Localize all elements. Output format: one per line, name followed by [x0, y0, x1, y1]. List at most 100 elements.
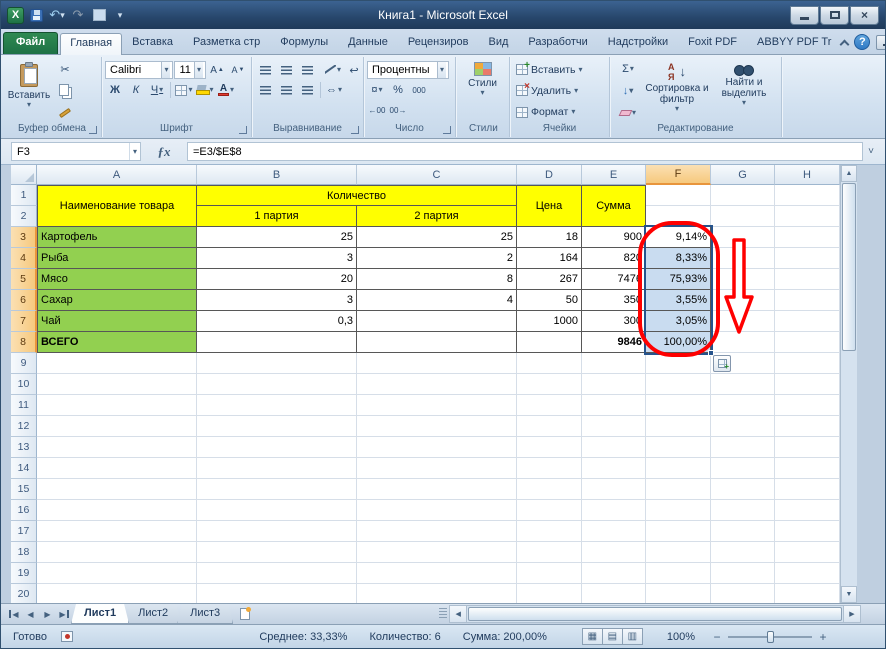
grid-cell-D15[interactable]: [517, 479, 582, 500]
grid-cell-A14[interactable]: [37, 458, 197, 479]
grid-cell-B18[interactable]: [197, 542, 357, 563]
grid-cell-F9[interactable]: [646, 353, 711, 374]
cell-D7[interactable]: 1000: [517, 311, 582, 332]
close-button[interactable]: ×: [850, 5, 879, 25]
cell-E6[interactable]: 350: [582, 290, 646, 311]
column-header-A[interactable]: A: [37, 165, 197, 185]
row-header-19[interactable]: 19: [11, 563, 37, 584]
grid-cell-C12[interactable]: [357, 416, 517, 437]
column-header-D[interactable]: D: [517, 165, 582, 185]
cell-C8[interactable]: [357, 332, 517, 353]
maximize-button[interactable]: [820, 5, 849, 25]
row-header-13[interactable]: 13: [11, 437, 37, 458]
grid-cell-B11[interactable]: [197, 395, 357, 416]
horizontal-scroll-thumb[interactable]: [468, 607, 842, 621]
cell-C6[interactable]: 4: [357, 290, 517, 311]
row-header-9[interactable]: 9: [11, 353, 37, 374]
grid-cell-G13[interactable]: [711, 437, 775, 458]
first-sheet-button[interactable]: ◀: [5, 604, 22, 624]
row-header-11[interactable]: 11: [11, 395, 37, 416]
grid-cell-E13[interactable]: [582, 437, 646, 458]
align-middle-button[interactable]: [276, 61, 296, 79]
cell-F8[interactable]: 100,00%: [646, 332, 711, 353]
grid-cell-G19[interactable]: [711, 563, 775, 584]
cell-D1[interactable]: Цена: [517, 185, 582, 227]
grid-cell-A20[interactable]: [37, 584, 197, 603]
grid-cell-H5[interactable]: [775, 269, 840, 290]
row-header-17[interactable]: 17: [11, 521, 37, 542]
grid-cell-A12[interactable]: [37, 416, 197, 437]
grid-cell-H2[interactable]: [775, 206, 840, 227]
row-header-16[interactable]: 16: [11, 500, 37, 521]
help-icon[interactable]: ?: [854, 34, 871, 50]
decrease-decimal-button[interactable]: 00→: [388, 101, 408, 119]
row-header-3[interactable]: 3: [11, 227, 37, 248]
grid-cell-H13[interactable]: [775, 437, 840, 458]
grid-cell-F11[interactable]: [646, 395, 711, 416]
grid-cell-H16[interactable]: [775, 500, 840, 521]
qat-extra-button[interactable]: [90, 6, 108, 24]
row-header-20[interactable]: 20: [11, 584, 37, 603]
fill-button[interactable]: ↓ ▾: [613, 82, 643, 100]
comma-style-button[interactable]: 000: [409, 81, 429, 99]
grid-cell-D14[interactable]: [517, 458, 582, 479]
grid-cell-H19[interactable]: [775, 563, 840, 584]
grid-cell-A19[interactable]: [37, 563, 197, 584]
grid-cell-F17[interactable]: [646, 521, 711, 542]
cell-E1[interactable]: Сумма: [582, 185, 646, 227]
align-top-button[interactable]: [255, 61, 275, 79]
grid-cell-D17[interactable]: [517, 521, 582, 542]
grid-cell-A13[interactable]: [37, 437, 197, 458]
grid-cell-C16[interactable]: [357, 500, 517, 521]
grid-cell-H14[interactable]: [775, 458, 840, 479]
page-layout-view-button[interactable]: ▤: [601, 628, 623, 645]
row-header-15[interactable]: 15: [11, 479, 37, 500]
grid-cell-G6[interactable]: [711, 290, 775, 311]
grid-cell-G8[interactable]: [711, 332, 775, 353]
sort-filter-button[interactable]: А Я ↓ Сортировка и фильтр ▾: [643, 59, 711, 123]
cell-A7[interactable]: Чай: [37, 311, 197, 332]
grid-cell-H9[interactable]: [775, 353, 840, 374]
row-header-10[interactable]: 10: [11, 374, 37, 395]
name-box[interactable]: F3 ▾: [11, 142, 141, 161]
font-name-combo[interactable]: Calibri ▾: [105, 61, 174, 79]
page-break-view-button[interactable]: ▥: [621, 628, 643, 645]
cell-F4[interactable]: 8,33%: [646, 248, 711, 269]
cell-A6[interactable]: Сахар: [37, 290, 197, 311]
grid-cell-C11[interactable]: [357, 395, 517, 416]
ribbon-tab-Вставка[interactable]: Вставка: [122, 32, 183, 54]
fill-color-button[interactable]: ▾: [195, 81, 215, 99]
ribbon-tab-Формулы[interactable]: Формулы: [270, 32, 338, 54]
expand-formula-bar-icon[interactable]: ˅: [863, 146, 879, 157]
align-center-button[interactable]: [276, 81, 296, 99]
grid-cell-F13[interactable]: [646, 437, 711, 458]
cell-D6[interactable]: 50: [517, 290, 582, 311]
italic-button[interactable]: К: [126, 81, 146, 99]
previous-sheet-button[interactable]: ◀: [22, 604, 39, 624]
grid-cell-A10[interactable]: [37, 374, 197, 395]
ribbon-tab-ABBYY PDF Tr[interactable]: ABBYY PDF Tr: [747, 32, 841, 54]
grid-cell-B20[interactable]: [197, 584, 357, 603]
cell-A8[interactable]: ВСЕГО: [37, 332, 197, 353]
normal-view-button[interactable]: ▦: [581, 628, 603, 645]
grid-cell-F2[interactable]: [646, 206, 711, 227]
column-header-C[interactable]: C: [357, 165, 517, 185]
delete-cells-button[interactable]: × Удалить ▾: [513, 81, 606, 100]
format-cells-button[interactable]: Формат ▾: [513, 103, 606, 122]
next-sheet-button[interactable]: ▶: [39, 604, 56, 624]
grid-cell-D18[interactable]: [517, 542, 582, 563]
ribbon-tab-Вид[interactable]: Вид: [479, 32, 519, 54]
paste-button[interactable]: Вставить ▾: [6, 59, 52, 123]
scroll-right-button[interactable]: ▶: [843, 606, 860, 622]
alignment-dialog-launcher-icon[interactable]: [351, 126, 359, 134]
grid-cell-G5[interactable]: [711, 269, 775, 290]
grid-cell-D19[interactable]: [517, 563, 582, 584]
grid-cell-E15[interactable]: [582, 479, 646, 500]
qat-customize-button[interactable]: ▾: [111, 6, 129, 24]
grid-cell-F14[interactable]: [646, 458, 711, 479]
autosum-button[interactable]: Σ ▾: [613, 60, 643, 78]
grid-cell-G16[interactable]: [711, 500, 775, 521]
minimize-button[interactable]: [790, 5, 819, 25]
grid-cell-E20[interactable]: [582, 584, 646, 603]
percent-style-button[interactable]: %: [388, 81, 408, 99]
